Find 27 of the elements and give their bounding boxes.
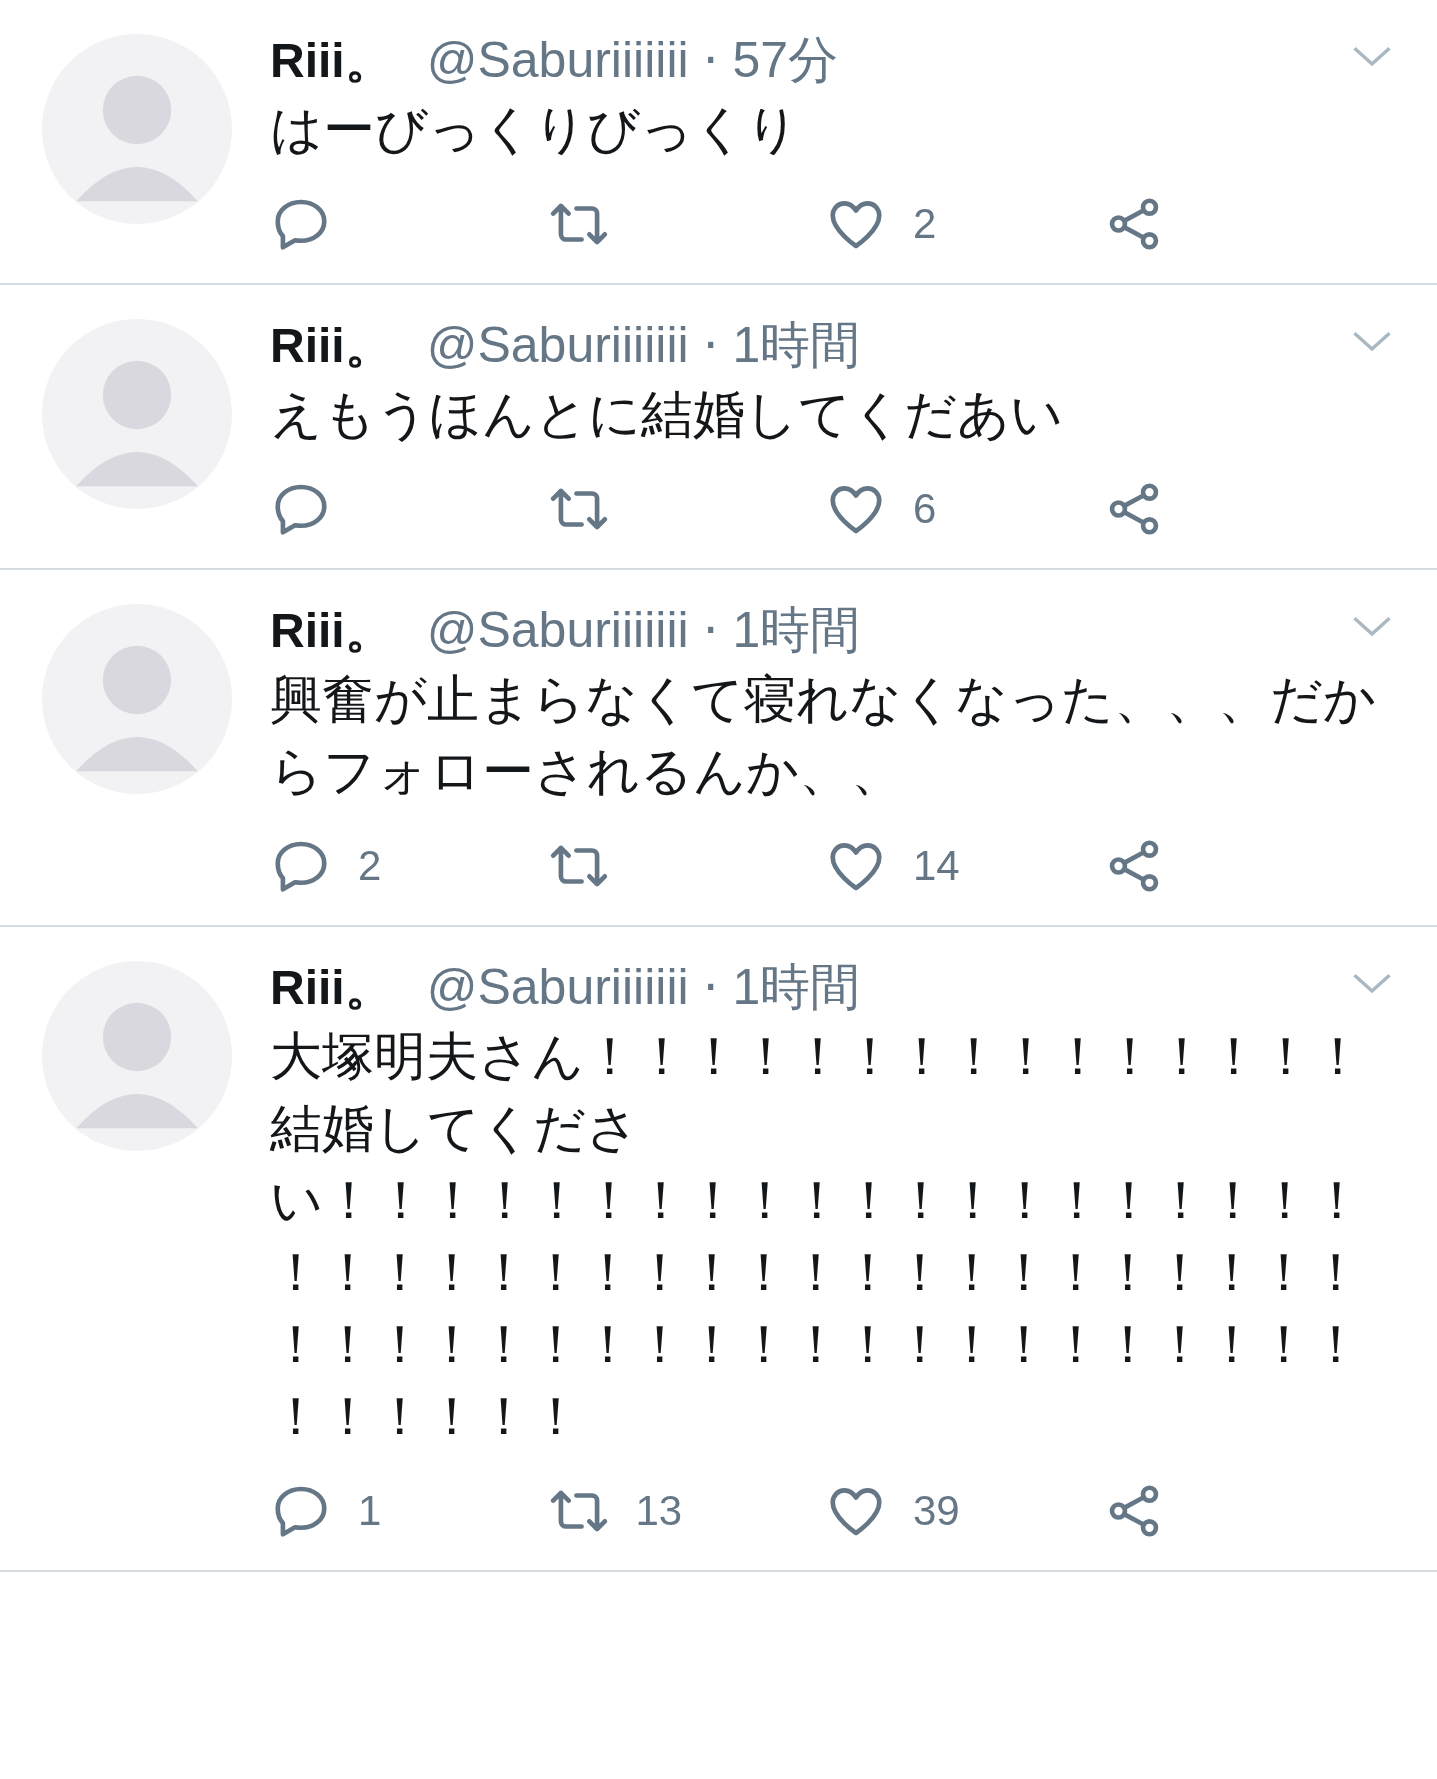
- like-button[interactable]: 6: [825, 478, 1103, 540]
- tweet-time[interactable]: 1時間: [732, 315, 861, 375]
- like-button[interactable]: 14: [825, 835, 1103, 897]
- tweet-time[interactable]: 1時間: [732, 600, 861, 660]
- user-handle[interactable]: @Saburiiiiiii: [426, 600, 689, 660]
- user-name[interactable]: Riii。: [270, 316, 393, 376]
- user-name[interactable]: Riii。: [270, 31, 393, 91]
- retweet-button[interactable]: 13: [547, 1480, 825, 1542]
- tweet-text: 興奮が止まらなくて寝れなくなった、、、だからフォローされるんか、、: [270, 668, 1377, 803]
- user-handle[interactable]: @Saburiiiiiii: [426, 957, 689, 1017]
- tweet-text: 大塚明夫さん！！！！！！！！！！！！！！！結婚してください！！！！！！！！！！！！！！！！！！！！！！！！！！！！！！！！！！！！！！！！！！！！！！！！！！！！！！！！！！！！！！！！！！！！: [270, 1025, 1365, 1448]
- separator-dot: ·: [702, 315, 719, 375]
- separator-dot: ·: [702, 600, 719, 660]
- tweet-time[interactable]: 57分: [732, 30, 839, 90]
- reply-button[interactable]: 2: [270, 835, 548, 897]
- user-name[interactable]: Riii。: [270, 601, 393, 661]
- like-button[interactable]: 2: [825, 193, 1103, 255]
- separator-dot: ·: [702, 30, 719, 90]
- like-button[interactable]: 39: [825, 1480, 1103, 1542]
- user-handle[interactable]: @Saburiiiiiii: [426, 315, 689, 375]
- user-handle[interactable]: @Saburiiiiiii: [426, 30, 689, 90]
- tweet-time[interactable]: 1時間: [732, 957, 861, 1017]
- tweet-text: はーびっくりびっくり: [270, 98, 800, 161]
- separator-dot: ·: [702, 957, 719, 1017]
- reply-button[interactable]: 1: [270, 1480, 548, 1542]
- user-name[interactable]: Riii。: [270, 958, 393, 1018]
- tweet-text: えもうほんとに結婚してくだあい: [270, 383, 1064, 446]
